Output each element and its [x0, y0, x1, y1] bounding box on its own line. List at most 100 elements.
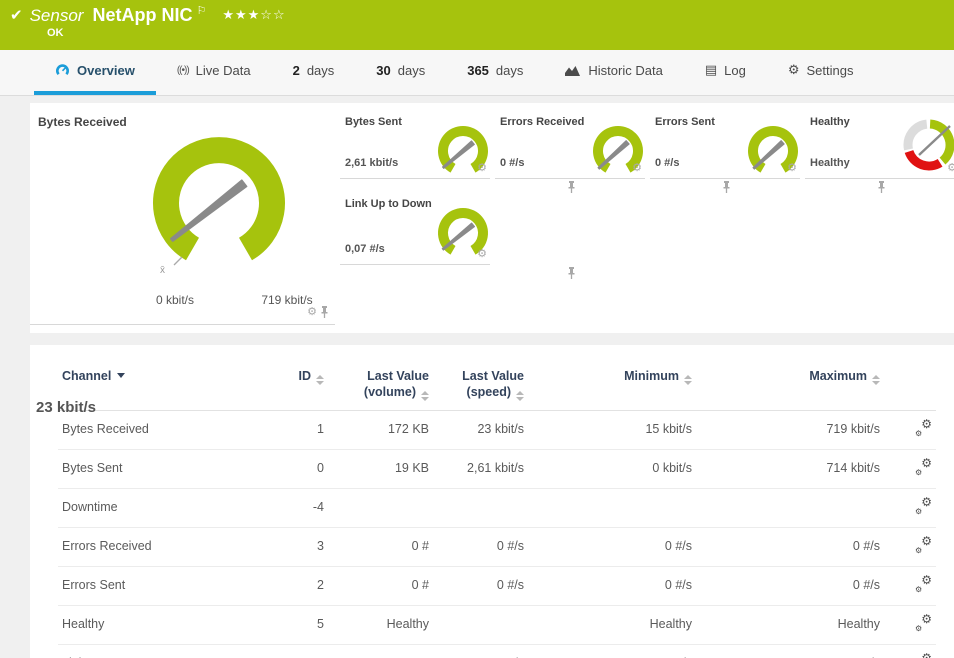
tab-historic-data[interactable]: Historic Data — [544, 50, 683, 95]
table-row: Healthy 5 Healthy Healthy Healthy ⚙⚙ — [58, 605, 936, 644]
col-header-minimum[interactable]: Minimum — [528, 353, 696, 410]
cell-min: 0 #/s — [528, 566, 696, 605]
cell-volume: 0 # — [328, 566, 433, 605]
tab-2-days-label: days — [307, 63, 334, 78]
cell-id: -4 — [263, 488, 328, 527]
sort-icon — [316, 375, 324, 385]
table-row: Link Up to Down 4 4 # 0,07 #/s 0,04 #/s … — [58, 644, 936, 658]
channel-settings-gear-icon[interactable]: ⚙ — [477, 247, 487, 260]
pin-icon[interactable] — [722, 181, 731, 193]
cell-min: 0,04 #/s — [528, 644, 696, 658]
tab-log[interactable]: ▤ Log — [684, 50, 767, 95]
favorite-flag-icon[interactable]: ⚐ — [196, 4, 206, 17]
channel-settings-gear-icon[interactable]: ⚙ — [947, 161, 954, 174]
channel-settings-gear-icon[interactable]: ⚙ — [787, 161, 797, 174]
cell-id: 2 — [263, 566, 328, 605]
edit-channel-gears-icon[interactable]: ⚙⚙ — [915, 537, 932, 553]
tab-2-days[interactable]: 2 days — [272, 50, 356, 95]
tab-30-days-label: days — [398, 63, 425, 78]
sort-icon — [516, 391, 524, 401]
cell-speed — [433, 605, 528, 644]
cell-volume: 4 # — [328, 644, 433, 658]
cell-max: Healthy — [696, 605, 884, 644]
pin-icon[interactable] — [320, 306, 329, 318]
tab-365-days-number: 365 — [467, 63, 489, 78]
col-header-speed-line2: (speed) — [467, 385, 511, 399]
edit-channel-gears-icon[interactable]: ⚙⚙ — [915, 498, 932, 514]
tab-live-data[interactable]: ((•)) Live Data — [156, 50, 272, 95]
live-data-icon: ((•)) — [177, 65, 189, 76]
col-header-id[interactable]: ID — [263, 353, 328, 410]
cell-max: 0 #/s — [696, 527, 884, 566]
tab-live-data-label: Live Data — [196, 63, 251, 78]
cell-id: 1 — [263, 410, 328, 449]
table-row: Errors Received 3 0 # 0 #/s 0 #/s 0 #/s … — [58, 527, 936, 566]
pin-icon[interactable] — [567, 267, 576, 279]
cell-id: 4 — [263, 644, 328, 658]
gauge-scale-min: 0 kbit/s — [135, 293, 215, 307]
cell-channel: Healthy — [58, 605, 263, 644]
table-row: Bytes Sent 0 19 KB 2,61 kbit/s 0 kbit/s … — [58, 449, 936, 488]
sort-icon — [421, 391, 429, 401]
small-gauge — [585, 123, 651, 185]
col-header-speed-line1: Last Value — [462, 369, 524, 383]
gauge-tile-errors-received: Errors Received 0 #/s ⚙ — [495, 103, 645, 179]
edit-channel-gears-icon[interactable]: ⚙⚙ — [915, 420, 932, 436]
edit-channel-gears-icon[interactable]: ⚙⚙ — [915, 654, 932, 658]
sort-icon — [872, 375, 880, 385]
cell-max — [696, 488, 884, 527]
gauge-value: 23 kbit/s — [36, 399, 96, 416]
healthy-donut-gauge — [901, 117, 954, 173]
cell-speed: 23 kbit/s — [433, 410, 528, 449]
cell-speed: 2,61 kbit/s — [433, 449, 528, 488]
pin-icon[interactable] — [567, 181, 576, 193]
edit-channel-gears-icon[interactable]: ⚙⚙ — [915, 615, 932, 631]
edit-channel-gears-icon[interactable]: ⚙⚙ — [915, 576, 932, 592]
stars-filled[interactable]: ★★★ — [222, 8, 260, 23]
gauge-tile-bytes-received: Bytes Received x̄ 0 kbit/s 719 kbit/s 23… — [30, 103, 335, 325]
tab-2-days-number: 2 — [293, 63, 300, 78]
channels-table: Channel ID Last Value (volume) Last Valu… — [58, 353, 936, 658]
object-type-label: Sensor — [30, 6, 84, 26]
tab-settings[interactable]: ⚙ Settings — [767, 50, 875, 95]
small-gauge — [430, 123, 496, 185]
gauge-tile-bytes-sent: Bytes Sent 2,61 kbit/s ⚙ — [340, 103, 490, 179]
tab-overview-label: Overview — [77, 63, 135, 78]
cell-channel: Errors Received — [58, 527, 263, 566]
log-list-icon: ▤ — [705, 63, 717, 78]
cell-max: 719 kbit/s — [696, 410, 884, 449]
gauge-value: 0 #/s — [500, 157, 524, 169]
status-badge: OK — [47, 27, 64, 39]
tab-bar: Overview ((•)) Live Data 2 days 30 days … — [0, 50, 954, 96]
cell-speed: 0 #/s — [433, 566, 528, 605]
priority-stars[interactable]: ★★★☆☆ — [222, 8, 285, 23]
cell-speed: 0,07 #/s — [433, 644, 528, 658]
gear-icon: ⚙ — [788, 63, 800, 78]
gauge-tile-healthy: Healthy Healthy ⚙ — [805, 103, 954, 179]
tab-365-days[interactable]: 365 days — [446, 50, 544, 95]
channel-settings-gear-icon[interactable]: ⚙ — [307, 305, 317, 318]
cell-volume: 0 # — [328, 527, 433, 566]
tab-historic-data-label: Historic Data — [588, 63, 662, 78]
edit-channel-gears-icon[interactable]: ⚙⚙ — [915, 459, 932, 475]
col-header-volume-line1: Last Value — [367, 369, 429, 383]
tab-30-days[interactable]: 30 days — [355, 50, 446, 95]
gauges-panel: Bytes Received x̄ 0 kbit/s 719 kbit/s 23… — [30, 103, 954, 333]
col-header-last-value-volume[interactable]: Last Value (volume) — [328, 353, 433, 410]
sensor-status-header: ✔ Sensor NetApp NIC ⚐ ★★★☆☆ OK — [0, 0, 954, 50]
cell-max: 4,08 #/s — [696, 644, 884, 658]
channel-settings-gear-icon[interactable]: ⚙ — [477, 161, 487, 174]
col-header-last-value-speed[interactable]: Last Value (speed) — [433, 353, 528, 410]
cell-volume: Healthy — [328, 605, 433, 644]
cell-max: 714 kbit/s — [696, 449, 884, 488]
pin-icon[interactable] — [877, 181, 886, 193]
gauge-value: 0,07 #/s — [345, 243, 385, 255]
channels-table-panel: Channel ID Last Value (volume) Last Valu… — [30, 345, 954, 658]
cell-channel: Downtime — [58, 488, 263, 527]
channel-settings-gear-icon[interactable]: ⚙ — [632, 161, 642, 174]
gauge-icon — [55, 63, 70, 78]
stars-empty[interactable]: ☆☆ — [260, 8, 285, 23]
average-marker: x̄ — [160, 265, 165, 276]
col-header-maximum[interactable]: Maximum — [696, 353, 884, 410]
tab-overview[interactable]: Overview — [34, 50, 156, 95]
